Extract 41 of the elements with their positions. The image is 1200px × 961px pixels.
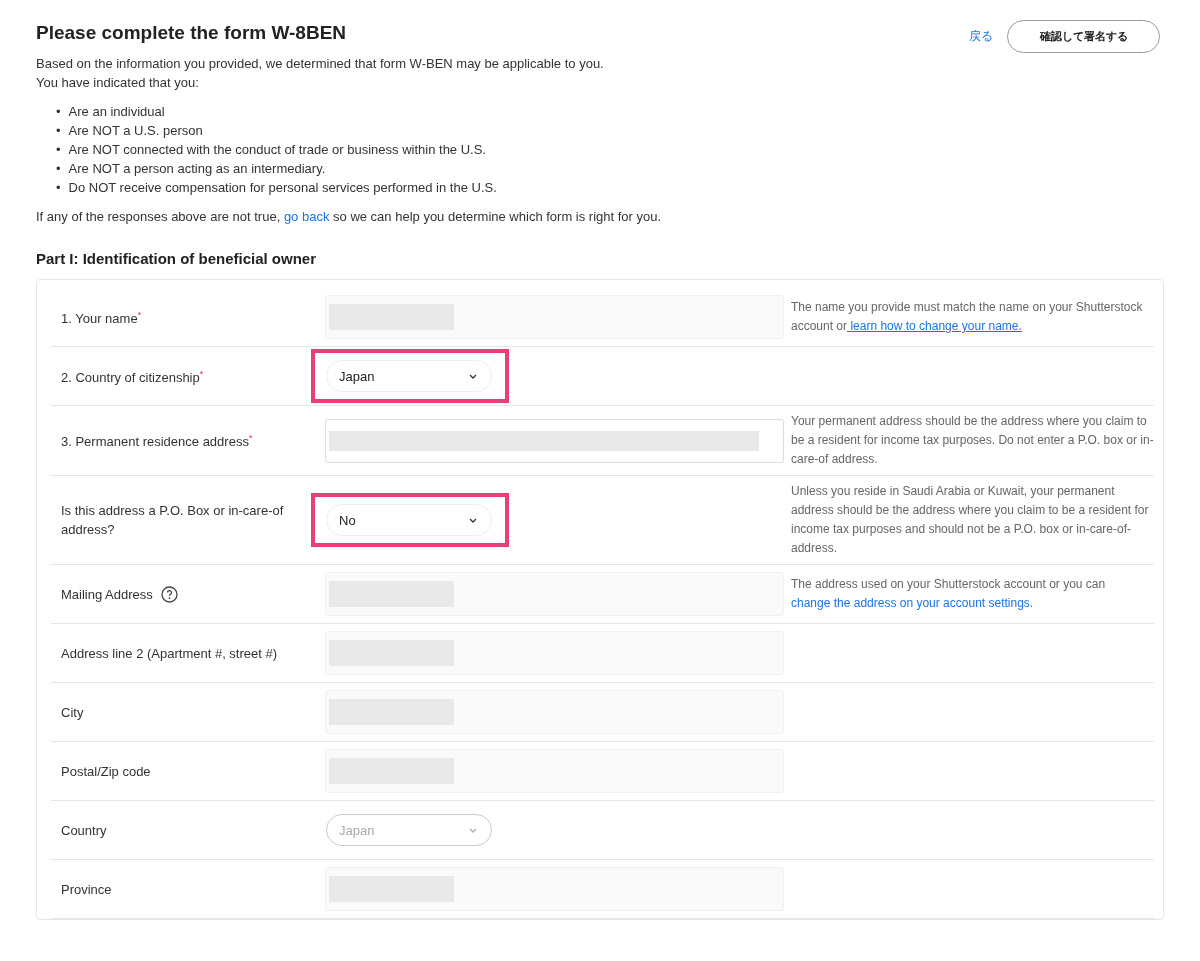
help-text: The address used on your Shutterstock account or you can change the address on your account settings.	[791, 576, 1107, 612]
bullet-item: Are an individual	[68, 103, 165, 121]
field-label: Address line 2 (Apartment #, street #)	[61, 644, 278, 663]
select-dropdown[interactable]: Japan	[326, 360, 492, 392]
field-label: Is this address a P.O. Box or in-care-of address?	[61, 502, 285, 539]
bullet-item: Are NOT connected with the conduct of trade or business within the U.S.	[68, 141, 486, 159]
help-text: Unless you reside in Saudi Arabia or Kuwait, your permanent address should be the address where you claim to be a resident for income tax purposes and should not be a P.O. box or in-care-of-address.	[791, 483, 1150, 557]
input-field[interactable]	[325, 418, 784, 463]
bullet-mark: •	[56, 141, 61, 159]
help-text: The name you provide must match the name on your Shutterstock account or learn how to change your name.	[791, 299, 1144, 335]
help-link[interactable]: learn how to change your name.	[847, 319, 1022, 333]
field-label: Mailing Address	[61, 585, 153, 604]
back-link[interactable]: 戻る	[969, 28, 993, 45]
bullet-mark: •	[56, 179, 61, 197]
bullet-mark: •	[56, 122, 61, 140]
bullet-item: Are NOT a person acting as an intermediary.	[68, 160, 326, 178]
confirm-sign-button[interactable]: 確認して署名する	[1007, 20, 1160, 53]
bullet-mark: •	[56, 160, 61, 178]
chevron-down-icon	[469, 517, 477, 523]
bullet-mark: •	[56, 103, 61, 121]
field-label: 2. Country of citizenship$^{*}$	[61, 367, 204, 388]
field-label: Postal/Zip code	[61, 762, 151, 781]
chevron-down-icon	[469, 827, 477, 833]
field-label: 3. Permanent residence address$^{*}$	[61, 432, 253, 452]
intro-text: Based on the information you provided, we determined that form W-BEN may be applicable to you.	[36, 55, 605, 73]
field-label: 1. Your name$^{*}$	[61, 308, 142, 329]
field-label: Province	[61, 880, 112, 899]
select-dropdown[interactable]: No	[326, 504, 492, 536]
note-text: If any of the responses above are not true, go back so we can help you determine which form is right for you.	[36, 208, 663, 226]
field-label: City	[61, 703, 84, 722]
help-icon[interactable]	[160, 585, 178, 603]
intro-text: You have indicated that you:	[36, 74, 200, 92]
section-title: Part I: Identification of beneficial owner	[36, 250, 318, 267]
bullet-item: Do NOT receive compensation for personal services performed in the U.S.	[68, 179, 497, 197]
help-link[interactable]: change the address on your account settings.	[791, 596, 1034, 610]
field-label: Country	[61, 821, 107, 840]
chevron-down-icon	[469, 373, 477, 379]
page-title: Please complete the form W-8BEN	[36, 22, 347, 44]
go-back-link[interactable]: go back	[283, 209, 330, 224]
help-text: Your permanent address should be the address where you claim to be a resident for income tax purposes. Do not enter a P.O. box or in-care-of address.	[791, 413, 1154, 468]
bullet-item: Are NOT a U.S. person	[68, 122, 203, 140]
